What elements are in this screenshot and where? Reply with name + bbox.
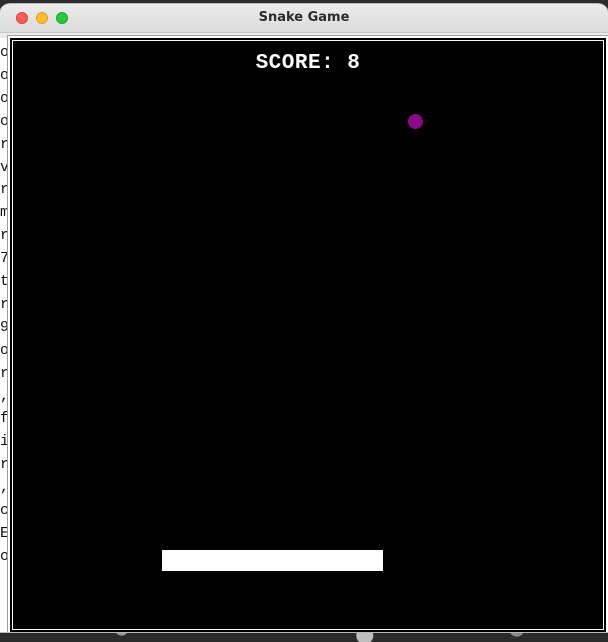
game-canvas[interactable]: SCORE: 8 [8,36,608,632]
food-dot [408,114,423,129]
canvas-border [12,40,604,630]
game-window: Snake Game oooorvrmr7tr9or,fir,cEo SCORE… [0,4,608,632]
window-titlebar[interactable]: Snake Game [0,4,608,33]
window-title: Snake Game [258,10,350,25]
score-display: SCORE: 8 [255,52,361,75]
snake-body [162,550,383,571]
